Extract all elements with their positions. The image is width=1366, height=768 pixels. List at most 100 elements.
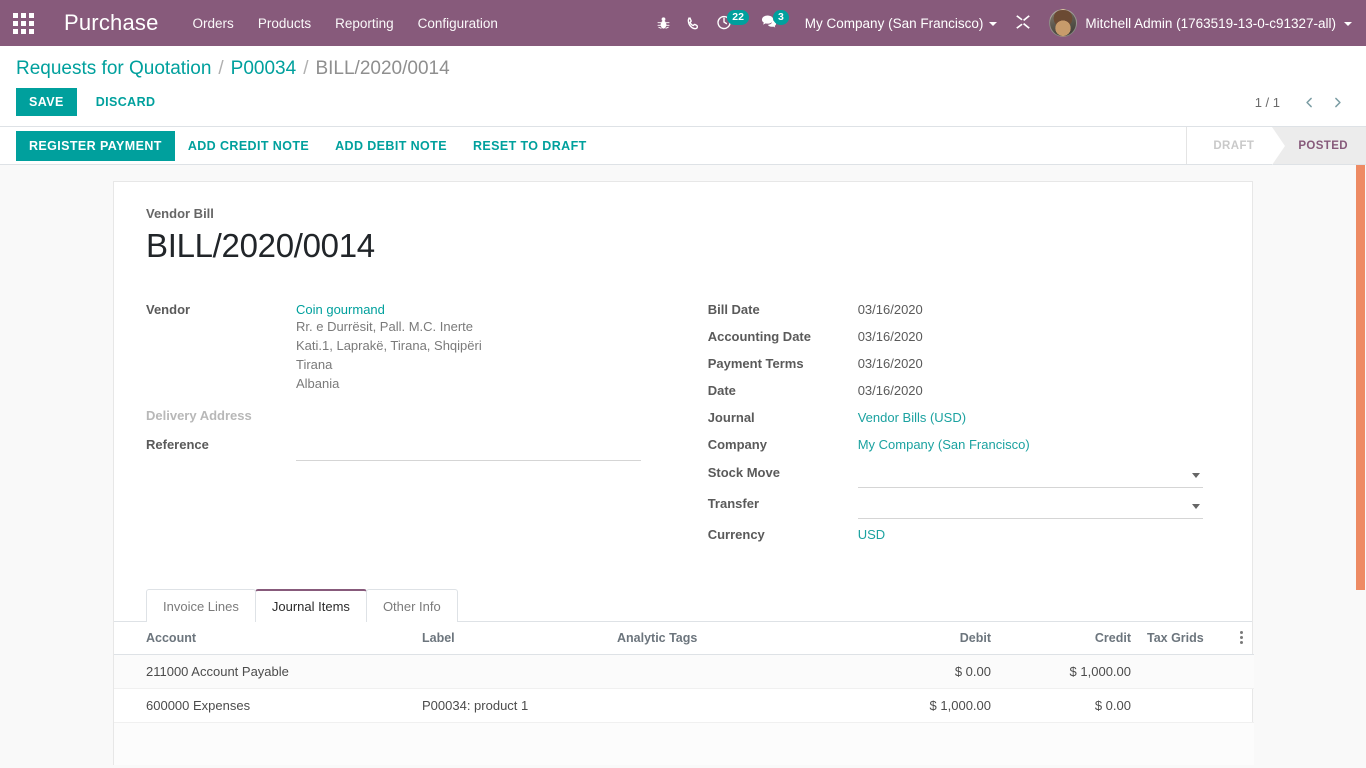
phone-icon[interactable]	[678, 0, 708, 46]
menu-item-configuration[interactable]: Configuration	[418, 16, 498, 31]
user-name-label: Mitchell Admin (1763519-13-0-c91327-all)	[1085, 15, 1336, 31]
field-delivery-address: Delivery Address	[146, 405, 698, 430]
form-content-area: Vendor Bill BILL/2020/0014 Vendor Coin g…	[0, 165, 1366, 765]
cell-empty	[859, 722, 999, 765]
page-title: BILL/2020/0014	[146, 227, 375, 264]
menu-item-products[interactable]: Products	[258, 16, 311, 31]
bug-icon[interactable]	[648, 0, 678, 46]
table-empty-row	[114, 722, 1254, 765]
register-payment-button[interactable]: REGISTER PAYMENT	[16, 130, 175, 161]
chevron-right-icon	[1334, 97, 1341, 107]
transfer-select[interactable]	[857, 496, 1203, 519]
cell-analytic-tags[interactable]	[609, 654, 859, 689]
form-sheet: Vendor Bill BILL/2020/0014 Vendor Coin g…	[113, 181, 1254, 765]
cell-credit[interactable]: $ 1,000.00	[999, 654, 1139, 689]
journal-items-table: Account Label Analytic Tags Debit Credit…	[114, 621, 1254, 765]
discard-button[interactable]: DISCARD	[83, 88, 169, 116]
breadcrumb-root[interactable]: Requests for Quotation	[16, 58, 211, 80]
field-label-stock-move: Stock Move	[707, 464, 780, 480]
menu-item-reporting[interactable]: Reporting	[335, 16, 394, 31]
field-date: Date 03/16/2020	[708, 380, 1220, 405]
field-company: Company My Company (San Francisco)	[708, 434, 1220, 459]
field-accounting-date: Accounting Date 03/16/2020	[708, 326, 1220, 351]
messages-menu[interactable]: 3	[753, 0, 793, 46]
cell-debit[interactable]: $ 1,000.00	[859, 688, 999, 723]
currency-link[interactable]: USD	[858, 527, 885, 542]
field-value-transfer	[857, 493, 1220, 519]
vendor-link[interactable]: Coin gourmand	[296, 302, 385, 317]
column-header-label[interactable]: Label	[414, 621, 609, 655]
company-link[interactable]: My Company (San Francisco)	[858, 437, 1030, 452]
user-menu[interactable]: Mitchell Admin (1763519-13-0-c91327-all)	[1049, 9, 1352, 37]
column-header-account[interactable]: Account	[114, 621, 414, 655]
cell-account[interactable]: 600000 Expenses	[114, 688, 414, 723]
add-credit-note-button[interactable]: ADD CREDIT NOTE	[175, 131, 322, 161]
table-body: 211000 Account Payable $ 0.00 $ 1,000.00…	[114, 654, 1254, 765]
tab-journal-items[interactable]: Journal Items	[254, 588, 367, 622]
field-currency: Currency USD	[708, 524, 1220, 549]
apps-menu-button[interactable]	[0, 0, 46, 46]
column-header-analytic-tags[interactable]: Analytic Tags	[609, 621, 859, 655]
reference-input[interactable]	[296, 439, 641, 461]
menu-item-orders[interactable]: Orders	[193, 16, 234, 31]
field-value-company: My Company (San Francisco)	[858, 434, 1220, 452]
scrollbar-thumb[interactable]	[1356, 165, 1365, 590]
developer-tools-button[interactable]	[1015, 14, 1031, 33]
stock-move-select[interactable]	[857, 465, 1203, 488]
cell-tax-grids[interactable]	[1139, 688, 1229, 723]
pager-next-button[interactable]	[1324, 89, 1350, 115]
breadcrumb-current: BILL/2020/0014	[315, 58, 450, 79]
cell-label[interactable]	[414, 654, 609, 689]
journal-link[interactable]: Vendor Bills (USD)	[858, 410, 966, 425]
tab-other-info[interactable]: Other Info	[365, 588, 458, 622]
activities-menu[interactable]: 22	[708, 0, 753, 46]
add-debit-note-button[interactable]: ADD DEBIT NOTE	[322, 131, 460, 161]
save-button[interactable]: SAVE	[16, 88, 77, 116]
cell-credit[interactable]: $ 0.00	[999, 688, 1139, 723]
form-statusbar-row: REGISTER PAYMENT ADD CREDIT NOTE ADD DEB…	[0, 127, 1366, 165]
field-value-accounting-date[interactable]: 03/16/2020	[858, 326, 1220, 344]
cell-debit[interactable]: $ 0.00	[859, 654, 999, 689]
field-value-bill-date[interactable]: 03/16/2020	[858, 299, 1220, 317]
field-value-payment-terms[interactable]: 03/16/2020	[858, 353, 1220, 371]
kebab-menu-icon	[1237, 631, 1246, 645]
field-label-vendor: Vendor	[146, 301, 191, 317]
reset-to-draft-button[interactable]: RESET TO DRAFT	[460, 131, 600, 161]
vertical-scrollbar[interactable]	[1355, 165, 1366, 765]
cell-analytic-tags[interactable]	[609, 688, 859, 723]
status-pipeline: DRAFT POSTED	[1186, 127, 1366, 165]
column-header-debit[interactable]: Debit	[859, 621, 999, 655]
cell-label[interactable]: P00034: product 1	[414, 688, 609, 723]
status-badge-draft[interactable]: DRAFT	[1187, 127, 1273, 164]
breadcrumb: Requests for Quotation / P00034 / BILL/2…	[16, 58, 450, 80]
field-value-date[interactable]: 03/16/2020	[858, 380, 1220, 398]
notebook-tabs: Invoice Lines Journal Items Other Info	[114, 588, 1252, 622]
tab-invoice-lines[interactable]: Invoice Lines	[146, 588, 256, 622]
chevron-down-icon	[1191, 504, 1200, 510]
optional-columns-button[interactable]	[1229, 621, 1254, 655]
wrench-icon	[1015, 14, 1031, 33]
vendor-address-line: Rr. e Durrësit, Pall. M.C. Inerte	[296, 318, 473, 334]
app-brand-title[interactable]: Purchase	[64, 10, 159, 36]
breadcrumb-parent[interactable]: P00034	[231, 58, 297, 80]
table-header: Account Label Analytic Tags Debit Credit…	[114, 621, 1254, 655]
pager-previous-button[interactable]	[1296, 89, 1322, 115]
field-label-currency: Currency	[707, 526, 765, 542]
field-transfer: Transfer	[708, 493, 1220, 519]
company-switcher[interactable]: My Company (San Francisco)	[805, 16, 998, 31]
cell-account[interactable]: 211000 Account Payable	[114, 654, 414, 689]
table-row[interactable]: 211000 Account Payable $ 0.00 $ 1,000.00	[114, 654, 1254, 689]
chevron-down-icon	[1191, 473, 1200, 479]
table-row[interactable]: 600000 Expenses P00034: product 1 $ 1,00…	[114, 688, 1254, 723]
field-label-accounting-date: Accounting Date	[707, 328, 811, 344]
column-header-credit[interactable]: Credit	[999, 621, 1139, 655]
form-column-left: Vendor Coin gourmand Rr. e Durrësit, Pal…	[146, 299, 698, 551]
top-navbar: Purchase Orders Products Reporting Confi…	[0, 0, 1366, 46]
cell-empty	[114, 722, 414, 765]
field-value-currency: USD	[858, 524, 1220, 542]
column-header-tax-grids[interactable]: Tax Grids	[1139, 621, 1229, 655]
cell-tax-grids[interactable]	[1139, 654, 1229, 689]
cell-empty	[1139, 722, 1229, 765]
status-badge-posted[interactable]: POSTED	[1272, 127, 1366, 165]
cell-empty	[999, 722, 1139, 765]
